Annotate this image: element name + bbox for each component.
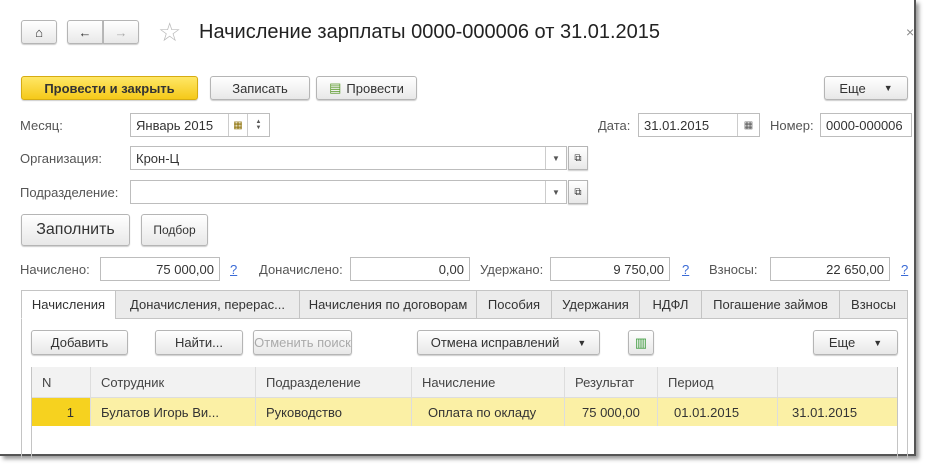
month-label: Месяц: — [20, 118, 63, 133]
calendar-icon[interactable]: ▦ — [737, 114, 759, 136]
number-label: Номер: — [770, 118, 814, 133]
tab-ndfl[interactable]: НДФЛ — [639, 290, 702, 319]
cancel-corrections-button[interactable]: Отмена исправлений ▼ — [417, 330, 600, 355]
tab-additional-accruals[interactable]: Доначисления, перерас... — [115, 290, 300, 319]
document-window: ⌂ ← → ☆ Начисление зарплаты 0000-000006 … — [0, 0, 916, 458]
open-organization-button[interactable]: ⧉ — [568, 146, 588, 170]
cancel-search-button[interactable]: Отменить поиск — [253, 330, 352, 355]
cell-period-start[interactable]: 01.01.2015 — [658, 398, 778, 426]
date-value: 31.01.2015 — [644, 117, 710, 133]
column-header-period[interactable]: Период — [658, 367, 778, 398]
column-header-period-end[interactable] — [778, 367, 897, 398]
tab-contributions[interactable]: Взносы — [839, 290, 908, 319]
organization-label: Организация: — [20, 151, 103, 166]
open-icon: ⧉ — [574, 186, 582, 198]
home-button[interactable]: ⌂ — [21, 20, 57, 44]
calendar-icon[interactable]: ▦ — [228, 114, 247, 136]
number-field[interactable]: 0000-000006 — [820, 113, 912, 137]
table-add-icon: ▥ — [634, 334, 648, 350]
fill-button[interactable]: Заполнить — [21, 214, 130, 246]
date-label: Дата: — [598, 118, 631, 133]
forward-button[interactable]: → — [103, 20, 139, 44]
cell-period-end[interactable]: 31.01.2015 — [778, 398, 897, 426]
select-button[interactable]: Подбор — [141, 214, 208, 246]
column-header-accrual[interactable]: Начисление — [412, 367, 565, 398]
accrued-help-link[interactable]: ? — [230, 262, 237, 277]
open-department-button[interactable]: ⧉ — [568, 180, 588, 204]
page-title: Начисление зарплаты 0000-000006 от 31.01… — [199, 21, 661, 43]
post-document-icon: ▤ — [329, 80, 342, 95]
contributions-help-link[interactable]: ? — [901, 262, 908, 277]
organization-value: Крон-Ц — [136, 150, 180, 166]
table-more-button[interactable]: Еще ▼ — [813, 330, 898, 355]
cell-employee[interactable]: Булатов Игорь Ви... — [91, 398, 256, 426]
month-spinner[interactable]: ▲ ▼ — [247, 114, 269, 136]
back-button[interactable]: ← — [67, 20, 103, 44]
dropdown-arrow-icon: ▼ — [577, 337, 587, 348]
withheld-label: Удержано: — [480, 262, 544, 277]
organization-field[interactable]: Крон-Ц ▼ — [130, 146, 567, 170]
cell-n[interactable]: 1 — [32, 398, 91, 426]
more-label: Еще — [839, 80, 866, 96]
month-field[interactable]: Январь 2015 ▦ ▲ ▼ — [130, 113, 270, 137]
close-icon[interactable]: × — [906, 24, 914, 40]
tab-loan-repayment[interactable]: Погашение займов — [701, 290, 840, 319]
cell-result[interactable]: 75 000,00 — [565, 398, 658, 426]
arrow-left-icon: ← — [78, 24, 92, 40]
extra-label: Доначислено: — [259, 262, 343, 277]
contributions-field: 22 650,00 — [770, 257, 890, 281]
dropdown-arrow-icon: ▼ — [883, 83, 893, 93]
star-icon[interactable]: ☆ — [158, 17, 181, 48]
find-button[interactable]: Найти... — [155, 330, 243, 355]
post-button[interactable]: ▤ Провести — [316, 76, 417, 100]
date-field[interactable]: 31.01.2015 ▦ — [638, 113, 760, 137]
cell-department[interactable]: Руководство — [256, 398, 412, 426]
more-button[interactable]: Еще ▼ — [824, 76, 908, 100]
dropdown-arrow-icon[interactable]: ▼ — [545, 147, 566, 169]
dropdown-arrow-icon: ▼ — [873, 337, 883, 348]
withheld-help-link[interactable]: ? — [682, 262, 689, 277]
accrued-label: Начислено: — [20, 262, 90, 277]
add-button[interactable]: Добавить — [31, 330, 128, 355]
cancel-corrections-label: Отмена исправлений — [430, 335, 560, 350]
dropdown-arrow-icon[interactable]: ▼ — [545, 181, 566, 203]
extra-field: 0,00 — [350, 257, 470, 281]
department-field[interactable]: ▼ — [130, 180, 567, 204]
tab-deductions[interactable]: Удержания — [551, 290, 640, 319]
withheld-field: 9 750,00 — [550, 257, 670, 281]
table-more-label: Еще — [828, 335, 856, 350]
arrow-right-icon: → — [114, 24, 128, 40]
month-value: Январь 2015 — [136, 117, 214, 133]
department-label: Подразделение: — [20, 185, 119, 200]
post-label: Провести — [346, 80, 404, 96]
column-header-result[interactable]: Результат — [565, 367, 658, 398]
cell-accrual[interactable]: Оплата по окладу — [412, 398, 565, 426]
post-and-close-button[interactable]: Провести и закрыть — [21, 76, 198, 100]
tab-benefits[interactable]: Пособия — [476, 290, 552, 319]
home-icon: ⌂ — [35, 24, 43, 40]
save-button[interactable]: Записать — [210, 76, 310, 100]
tab-contract-accruals[interactable]: Начисления по договорам — [299, 290, 477, 319]
open-icon: ⧉ — [574, 152, 582, 164]
column-header-employee[interactable]: Сотрудник — [91, 367, 256, 398]
accrued-field: 75 000,00 — [100, 257, 220, 281]
tab-accruals[interactable]: Начисления — [21, 290, 116, 319]
column-header-department[interactable]: Подразделение — [256, 367, 412, 398]
column-header-n[interactable]: N — [32, 367, 91, 398]
contributions-label: Взносы: — [709, 262, 758, 277]
add-table-column-button[interactable]: ▥ — [628, 330, 654, 355]
